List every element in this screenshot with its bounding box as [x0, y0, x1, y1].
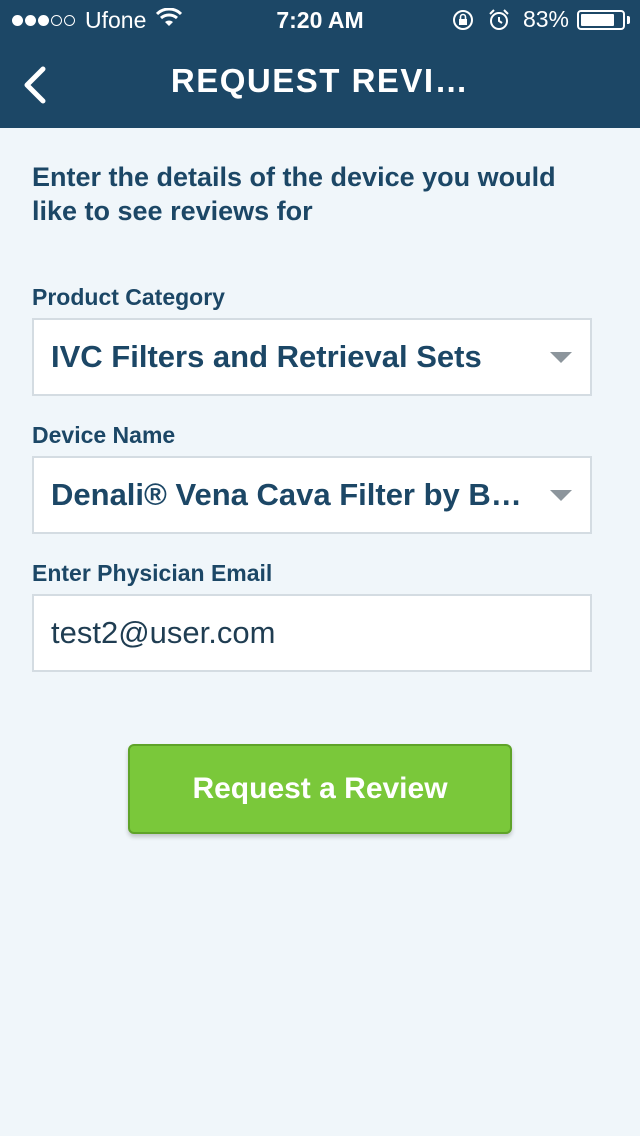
- category-value: IVC Filters and Retrieval Sets: [51, 339, 482, 374]
- email-label: Enter Physician Email: [32, 560, 273, 586]
- battery-percent: 83%: [522, 6, 569, 32]
- intro-text: Enter the details of the device you woul…: [32, 162, 556, 226]
- device-select[interactable]: Denali® Vena Cava Filter by B…: [32, 456, 592, 534]
- battery-icon: [577, 9, 625, 30]
- app-header: Ufone 7:20 AM 83% REQUEST REVI…: [0, 0, 640, 128]
- email-value: test2@user.com: [51, 615, 276, 650]
- intro-section: Enter the details of the device you woul…: [32, 160, 608, 228]
- category-label: Product Category: [32, 284, 225, 310]
- alarm-icon: [487, 8, 511, 32]
- category-select[interactable]: IVC Filters and Retrieval Sets: [32, 318, 592, 396]
- nav-bar: REQUEST REVI…: [0, 40, 640, 128]
- page-title: REQUEST REVI…: [170, 62, 470, 99]
- battery-tip: [627, 15, 630, 24]
- status-bar: Ufone 7:20 AM 83%: [0, 0, 640, 40]
- caret-down-icon: [550, 352, 572, 363]
- device-label: Device Name: [32, 422, 176, 448]
- device-value: Denali® Vena Cava Filter by B…: [51, 477, 522, 512]
- request-review-button[interactable]: Request a Review: [128, 744, 512, 834]
- rotation-lock-icon: [451, 8, 475, 32]
- email-field[interactable]: test2@user.com: [32, 594, 592, 672]
- status-bar-right: 83%: [451, 6, 630, 33]
- battery-fill: [581, 13, 614, 26]
- caret-down-icon: [550, 490, 572, 501]
